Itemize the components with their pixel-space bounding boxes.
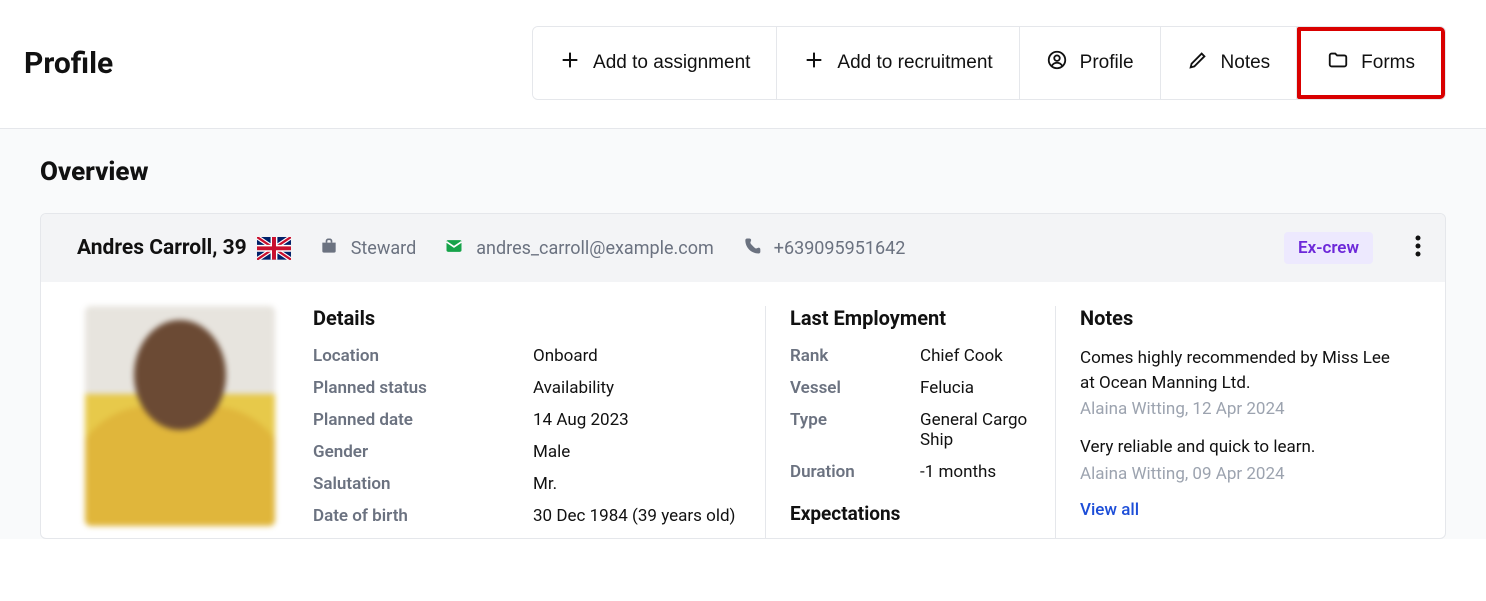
detail-row: Salutation Mr. — [313, 474, 747, 494]
person-name-text: Andres Carroll, 39 — [77, 236, 247, 260]
note-meta: Alaina Witting, 09 Apr 2024 — [1080, 464, 1403, 484]
details-column: Details Location Onboard Planned status … — [295, 306, 765, 538]
avatar — [85, 306, 275, 526]
button-label: Forms — [1361, 52, 1415, 74]
employment-row: Rank Chief Cook — [790, 346, 1037, 366]
detail-val: Availability — [533, 378, 614, 398]
employment-key: Type — [790, 410, 920, 450]
notes-column: Notes Comes highly recommended by Miss L… — [1055, 306, 1421, 538]
detail-key: Planned status — [313, 378, 533, 398]
details-title: Details — [313, 306, 747, 330]
forms-button[interactable]: Forms — [1301, 31, 1441, 95]
person-email[interactable]: andres_carroll@example.com — [444, 236, 714, 261]
button-label: Add to recruitment — [837, 52, 992, 74]
user-circle-icon — [1046, 49, 1068, 77]
briefcase-icon — [319, 236, 339, 261]
employment-key: Rank — [790, 346, 920, 366]
detail-val: Mr. — [533, 474, 557, 494]
profile-card-body: Details Location Onboard Planned status … — [41, 282, 1445, 538]
employment-title: Last Employment — [790, 306, 1037, 330]
employment-row: Vessel Felucia — [790, 378, 1037, 398]
button-label: Profile — [1080, 52, 1134, 74]
detail-val: Onboard — [533, 346, 598, 366]
note-item: Very reliable and quick to learn. Alaina… — [1080, 435, 1403, 484]
person-name: Andres Carroll, 39 — [77, 236, 291, 260]
note-text: Comes highly recommended by Miss Lee at … — [1080, 346, 1403, 395]
detail-row: Planned status Availability — [313, 378, 747, 398]
add-to-recruitment-button[interactable]: Add to recruitment — [777, 27, 1019, 99]
add-to-assignment-button[interactable]: Add to assignment — [533, 27, 777, 99]
detail-row: Planned date 14 Aug 2023 — [313, 410, 747, 430]
employment-column: Last Employment Rank Chief Cook Vessel F… — [765, 306, 1055, 538]
detail-row: Location Onboard — [313, 346, 747, 366]
header-toolbar: Add to assignment Add to recruitment Pro… — [532, 26, 1446, 100]
uk-flag-icon — [257, 237, 291, 259]
employment-row: Type General Cargo Ship — [790, 410, 1037, 450]
phone-icon — [742, 236, 762, 261]
detail-key: Gender — [313, 442, 533, 462]
overview-title: Overview — [40, 157, 1446, 187]
status-badge: Ex-crew — [1284, 232, 1373, 264]
detail-key: Date of birth — [313, 506, 533, 526]
person-phone-text: +639095951642 — [774, 238, 906, 259]
notes-button[interactable]: Notes — [1161, 27, 1298, 99]
content-area: Overview Andres Carroll, 39 — [0, 129, 1486, 539]
person-email-text: andres_carroll@example.com — [476, 238, 714, 259]
notes-title: Notes — [1080, 306, 1403, 330]
detail-key: Salutation — [313, 474, 533, 494]
plus-icon — [803, 49, 825, 77]
note-text: Very reliable and quick to learn. — [1080, 435, 1403, 460]
button-label: Add to assignment — [593, 52, 750, 74]
detail-val: Male — [533, 442, 570, 462]
expectations-title: Expectations — [790, 502, 1037, 525]
employment-key: Duration — [790, 462, 920, 482]
detail-key: Planned date — [313, 410, 533, 430]
more-menu-button[interactable] — [1415, 235, 1421, 261]
person-role: Steward — [319, 236, 417, 261]
page-title: Profile — [24, 46, 113, 81]
button-label: Notes — [1221, 52, 1271, 74]
note-meta: Alaina Witting, 12 Apr 2024 — [1080, 399, 1403, 419]
employment-val: Chief Cook — [920, 346, 1003, 366]
mail-icon — [444, 236, 464, 261]
employment-row: Duration -1 months — [790, 462, 1037, 482]
forms-highlight: Forms — [1297, 27, 1445, 99]
folder-icon — [1327, 49, 1349, 77]
note-item: Comes highly recommended by Miss Lee at … — [1080, 346, 1403, 419]
profile-card-header: Andres Carroll, 39 Steward — [41, 214, 1445, 282]
detail-row: Gender Male — [313, 442, 747, 462]
plus-icon — [559, 49, 581, 77]
pencil-icon — [1187, 49, 1209, 77]
avatar-column — [65, 306, 295, 538]
detail-key: Location — [313, 346, 533, 366]
page-header: Profile Add to assignment Add to recruit… — [0, 0, 1486, 129]
view-all-link[interactable]: View all — [1080, 500, 1403, 520]
detail-val: 30 Dec 1984 (39 years old) — [533, 506, 735, 526]
profile-button[interactable]: Profile — [1020, 27, 1161, 99]
person-role-text: Steward — [351, 238, 417, 259]
employment-val: General Cargo Ship — [920, 410, 1037, 450]
profile-card: Andres Carroll, 39 Steward — [40, 213, 1446, 539]
detail-row: Date of birth 30 Dec 1984 (39 years old) — [313, 506, 747, 526]
person-phone[interactable]: +639095951642 — [742, 236, 906, 261]
employment-val: Felucia — [920, 378, 974, 398]
employment-key: Vessel — [790, 378, 920, 398]
detail-val: 14 Aug 2023 — [533, 410, 629, 430]
employment-val: -1 months — [920, 462, 996, 482]
